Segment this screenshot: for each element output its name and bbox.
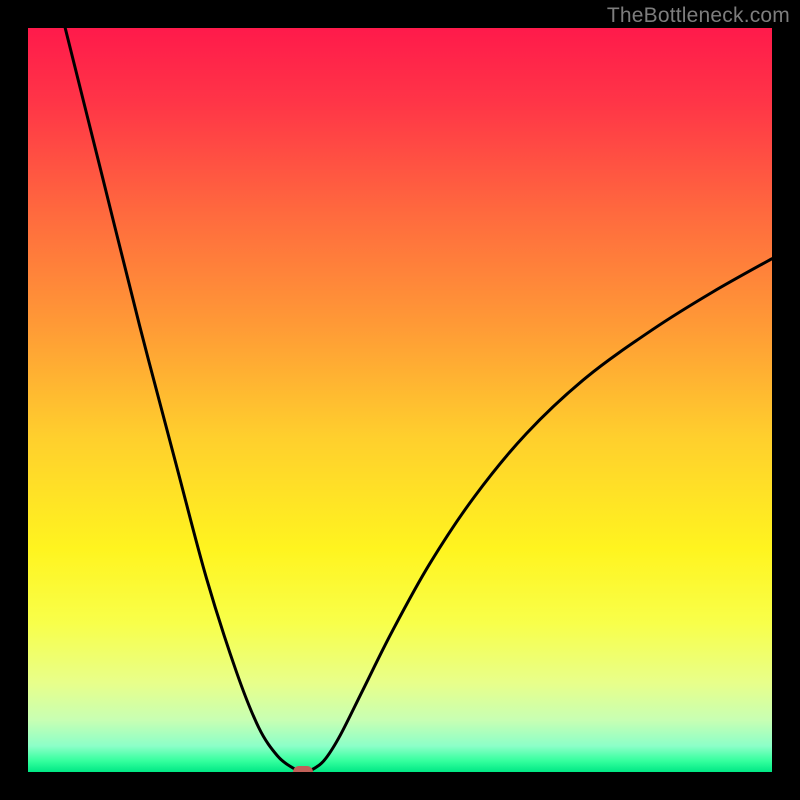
bottleneck-curve (28, 28, 772, 772)
plot-area (28, 28, 772, 772)
chart-frame: TheBottleneck.com (0, 0, 800, 800)
watermark-text: TheBottleneck.com (607, 4, 790, 28)
optimum-marker (293, 766, 313, 772)
